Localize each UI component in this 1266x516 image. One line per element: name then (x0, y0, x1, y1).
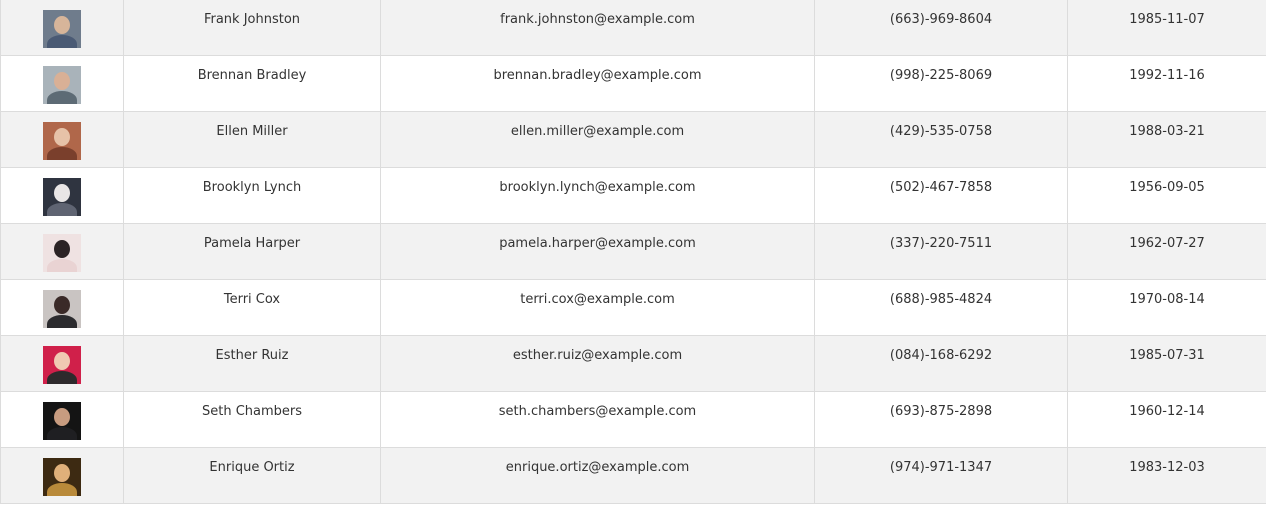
dob-cell: 1985-07-31 (1067, 335, 1266, 392)
dob-cell: 1985-11-07 (1067, 0, 1266, 56)
name-cell: Enrique Ortiz (123, 447, 381, 504)
table-row[interactable]: Seth Chambers seth.chambers@example.com … (0, 391, 1266, 448)
name-cell: Brooklyn Lynch (123, 167, 381, 224)
phone-cell: (502)-467-7858 (814, 167, 1068, 224)
avatar-cell (0, 0, 124, 56)
email-cell: ellen.miller@example.com (380, 111, 815, 168)
name-cell: Ellen Miller (123, 111, 381, 168)
table-row[interactable]: Brooklyn Lynch brooklyn.lynch@example.co… (0, 167, 1266, 224)
email-cell: enrique.ortiz@example.com (380, 447, 815, 504)
avatar (43, 346, 81, 384)
phone-cell: (337)-220-7511 (814, 223, 1068, 280)
table-row[interactable]: Brennan Bradley brennan.bradley@example.… (0, 55, 1266, 112)
phone-cell: (998)-225-8069 (814, 55, 1068, 112)
dob-cell: 1960-12-14 (1067, 391, 1266, 448)
dob-cell: 1962-07-27 (1067, 223, 1266, 280)
phone-cell: (084)-168-6292 (814, 335, 1068, 392)
email-cell: seth.chambers@example.com (380, 391, 815, 448)
avatar (43, 458, 81, 496)
email-cell: brennan.bradley@example.com (380, 55, 815, 112)
table-row[interactable]: Esther Ruiz esther.ruiz@example.com (084… (0, 335, 1266, 392)
phone-cell: (663)-969-8604 (814, 0, 1068, 56)
name-cell: Seth Chambers (123, 391, 381, 448)
table-row[interactable]: Terri Cox terri.cox@example.com (688)-98… (0, 279, 1266, 336)
avatar (43, 10, 81, 48)
name-cell: Pamela Harper (123, 223, 381, 280)
avatar-cell (0, 223, 124, 280)
avatar (43, 122, 81, 160)
phone-cell: (429)-535-0758 (814, 111, 1068, 168)
dob-cell: 1988-03-21 (1067, 111, 1266, 168)
avatar-cell (0, 167, 124, 224)
avatar-cell (0, 447, 124, 504)
name-cell: Esther Ruiz (123, 335, 381, 392)
avatar (43, 234, 81, 272)
avatar (43, 290, 81, 328)
email-cell: pamela.harper@example.com (380, 223, 815, 280)
dob-cell: 1956-09-05 (1067, 167, 1266, 224)
users-table: Frank Johnston frank.johnston@example.co… (0, 0, 1266, 504)
avatar-cell (0, 335, 124, 392)
email-cell: frank.johnston@example.com (380, 0, 815, 56)
name-cell: Terri Cox (123, 279, 381, 336)
avatar-cell (0, 111, 124, 168)
avatar (43, 178, 81, 216)
dob-cell: 1970-08-14 (1067, 279, 1266, 336)
name-cell: Frank Johnston (123, 0, 381, 56)
table-row[interactable]: Ellen Miller ellen.miller@example.com (4… (0, 111, 1266, 168)
phone-cell: (688)-985-4824 (814, 279, 1068, 336)
phone-cell: (974)-971-1347 (814, 447, 1068, 504)
phone-cell: (693)-875-2898 (814, 391, 1068, 448)
avatar-cell (0, 391, 124, 448)
email-cell: terri.cox@example.com (380, 279, 815, 336)
avatar-cell (0, 279, 124, 336)
name-cell: Brennan Bradley (123, 55, 381, 112)
email-cell: esther.ruiz@example.com (380, 335, 815, 392)
avatar-cell (0, 55, 124, 112)
avatar (43, 402, 81, 440)
table-row[interactable]: Frank Johnston frank.johnston@example.co… (0, 0, 1266, 56)
dob-cell: 1983-12-03 (1067, 447, 1266, 504)
avatar (43, 66, 81, 104)
users-table-body: Frank Johnston frank.johnston@example.co… (0, 0, 1266, 504)
dob-cell: 1992-11-16 (1067, 55, 1266, 112)
email-cell: brooklyn.lynch@example.com (380, 167, 815, 224)
table-row[interactable]: Enrique Ortiz enrique.ortiz@example.com … (0, 447, 1266, 504)
table-row[interactable]: Pamela Harper pamela.harper@example.com … (0, 223, 1266, 280)
